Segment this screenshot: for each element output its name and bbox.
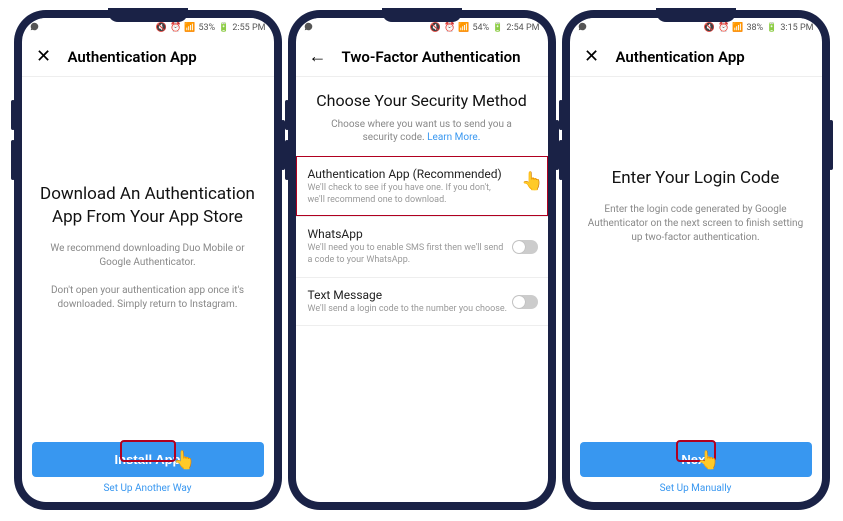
install-app-button[interactable]: Install App 👆 [32, 442, 264, 477]
phone-frame: 🔇 ⏰ 📶 38% 🔋 3:15 PM ✕ Authentication App… [562, 10, 830, 510]
battery-text: 54% [472, 23, 489, 33]
whatsapp-icon [30, 22, 39, 34]
battery-icon: 🔋 [766, 23, 777, 33]
setup-manually-link[interactable]: Set Up Manually [580, 483, 812, 494]
close-icon[interactable]: ✕ [582, 48, 602, 66]
next-button[interactable]: Next 👆 [580, 442, 812, 477]
signal-icon: 📶 [458, 23, 469, 33]
whatsapp-icon [304, 22, 313, 34]
nav-bar: ✕ Authentication App [570, 38, 822, 77]
nav-bar: ✕ Authentication App [22, 38, 274, 77]
heading: Choose Your Security Method [296, 91, 548, 110]
description: Enter the login code generated by Google… [588, 203, 804, 245]
alarm-icon: ⏰ [718, 23, 729, 33]
option-desc: We'll check to see if you have one. If y… [308, 183, 508, 206]
mute-icon: 🔇 [156, 23, 167, 33]
alarm-icon: ⏰ [444, 23, 455, 33]
option-text-message[interactable]: Text Message We'll send a login code to … [296, 277, 548, 327]
status-bar: 🔇 ⏰ 📶 53% 🔋 2:55 PM [22, 18, 274, 38]
toggle[interactable] [512, 295, 538, 309]
pointer-icon: 👆 [521, 171, 543, 192]
clock-text: 3:15 PM [780, 23, 813, 33]
heading: Enter Your Login Code [612, 167, 780, 189]
status-bar: 🔇 ⏰ 📶 38% 🔋 3:15 PM [570, 18, 822, 38]
phone-frame: 🔇 ⏰ 📶 53% 🔋 2:55 PM ✕ Authentication App… [14, 10, 282, 510]
page-title: Authentication App [616, 48, 745, 66]
whatsapp-icon [578, 22, 587, 34]
toggle[interactable] [512, 240, 538, 254]
signal-icon: 📶 [184, 23, 195, 33]
option-desc: We'll need you to enable SMS first then … [308, 243, 508, 266]
heading: Download An Authentication App From Your… [40, 183, 256, 227]
description-2: Don't open your authentication app once … [40, 284, 256, 312]
battery-text: 38% [746, 23, 763, 33]
close-icon[interactable]: ✕ [34, 48, 54, 66]
option-whatsapp[interactable]: WhatsApp We'll need you to enable SMS fi… [296, 216, 548, 276]
page-title: Authentication App [68, 48, 197, 66]
option-title: Authentication App (Recommended) [308, 167, 508, 181]
screen: 🔇 ⏰ 📶 38% 🔋 3:15 PM ✕ Authentication App… [570, 18, 822, 502]
status-bar: 🔇 ⏰ 📶 54% 🔋 2:54 PM [296, 18, 548, 38]
setup-another-way-link[interactable]: Set Up Another Way [32, 483, 264, 494]
mute-icon: 🔇 [704, 23, 715, 33]
sub-text: Choose where you want us to send you a s… [331, 119, 512, 143]
phone-frame: 🔇 ⏰ 📶 54% 🔋 2:54 PM ← Two-Factor Authent… [288, 10, 556, 510]
learn-more-link[interactable]: Learn More. [427, 132, 480, 143]
nav-bar: ← Two-Factor Authentication [296, 38, 548, 77]
screen: 🔇 ⏰ 📶 54% 🔋 2:54 PM ← Two-Factor Authent… [296, 18, 548, 502]
page-title: Two-Factor Authentication [342, 48, 521, 66]
mute-icon: 🔇 [430, 23, 441, 33]
option-auth-app[interactable]: Authentication App (Recommended) We'll c… [296, 156, 548, 216]
clock-text: 2:54 PM [506, 23, 539, 33]
option-desc: We'll send a login code to the number yo… [308, 304, 508, 316]
battery-icon: 🔋 [492, 23, 503, 33]
battery-text: 53% [198, 23, 215, 33]
option-title: WhatsApp [308, 227, 508, 241]
back-icon[interactable]: ← [308, 48, 328, 66]
option-title: Text Message [308, 288, 508, 302]
battery-icon: 🔋 [218, 23, 229, 33]
alarm-icon: ⏰ [170, 23, 181, 33]
screen: 🔇 ⏰ 📶 53% 🔋 2:55 PM ✕ Authentication App… [22, 18, 274, 502]
signal-icon: 📶 [732, 23, 743, 33]
description-1: We recommend downloading Duo Mobile or G… [40, 242, 256, 270]
clock-text: 2:55 PM [232, 23, 265, 33]
